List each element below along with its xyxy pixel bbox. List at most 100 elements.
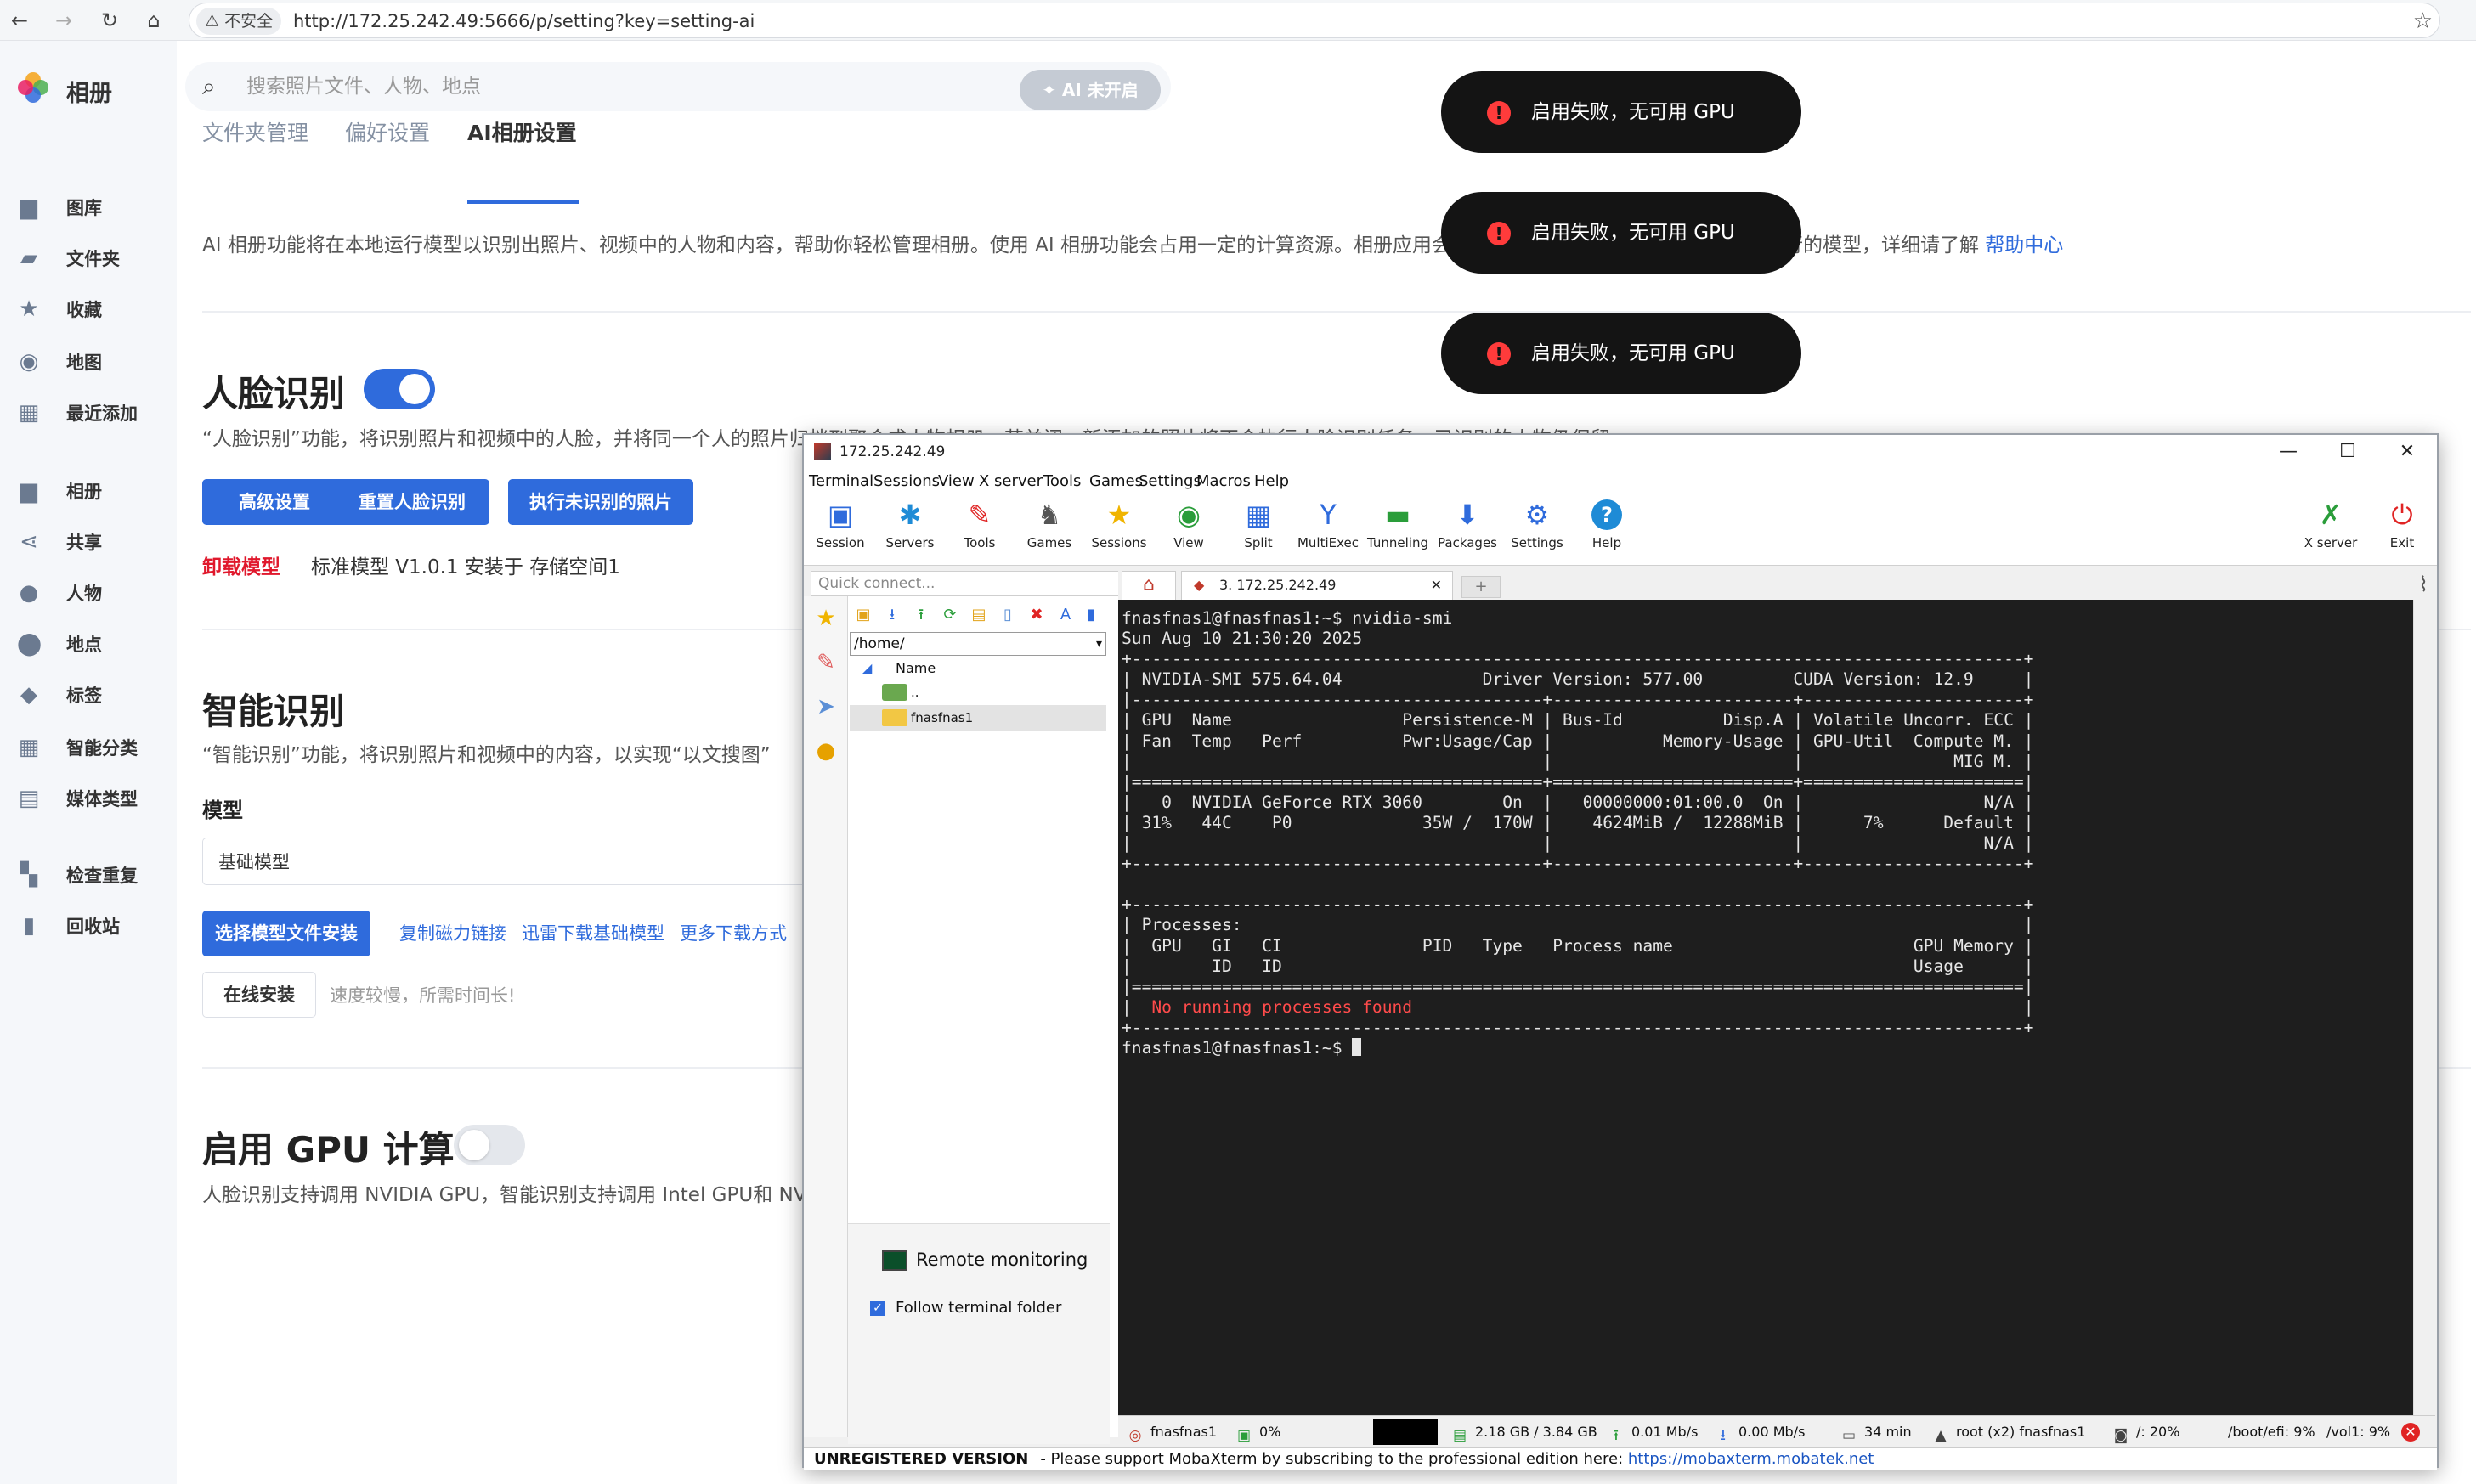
thunder-download-link[interactable]: 迅雷下载基础模型 (522, 921, 664, 946)
toolbar-packages[interactable]: ⬇ Packages (1433, 499, 1502, 550)
follow-terminal-folder-checkbox[interactable]: ✓ Follow terminal folder (870, 1299, 1061, 1317)
uninstall-model-link[interactable]: 卸载模型 (202, 550, 280, 579)
terminal-output[interactable]: fnasfnas1@fnasfnas1:~$ nvidia-smi Sun Au… (1118, 600, 2413, 1415)
new-tab-button[interactable]: + (1461, 576, 1501, 598)
url-text[interactable]: http://172.25.242.49:5666/p/setting?key=… (293, 3, 755, 39)
terminal-line: | GPU GI CI PID Type Process name GPU Me… (1122, 935, 2034, 956)
download-icon[interactable]: ⭳ (882, 605, 902, 625)
gpu-compute-toggle[interactable] (454, 1125, 525, 1165)
advanced-settings-button[interactable]: 高级设置 (202, 479, 347, 525)
toolbar-view[interactable]: ◉ View (1154, 499, 1224, 550)
menu-tools[interactable]: Tools (1043, 472, 1081, 490)
sidebar-item-media[interactable]: ▤ 媒体类型 (17, 781, 170, 819)
close-icon[interactable]: ✕ (2377, 435, 2437, 469)
menu-terminal[interactable]: Terminal (809, 472, 873, 490)
sidebar-item-map[interactable]: ◉ 地图 (17, 345, 170, 382)
sidebar-item-trash[interactable]: ▮ 回收站 (17, 909, 170, 946)
terminal-tab[interactable]: ◆ 3. 172.25.242.49 ✕ (1181, 571, 1453, 600)
mobatek-link[interactable]: https://mobaxterm.mobatek.net (1628, 1450, 1874, 1468)
new-file-icon[interactable]: ▤ (969, 605, 989, 625)
sidebar-item-pin[interactable]: ⬤ 地点 (17, 627, 170, 664)
toolbar-session[interactable]: ▣ Session (806, 499, 875, 550)
sidebar-item-album[interactable]: ▆ 相册 (17, 474, 170, 511)
sidebar-item-calendar[interactable]: ▦ 最近添加 (17, 396, 170, 433)
toolbar-exit[interactable]: ⏻ Exit (2367, 499, 2437, 550)
refresh-icon[interactable]: ⟳ (940, 605, 960, 625)
sessions-star-icon[interactable]: ★ (812, 605, 839, 632)
sidebar-item-folder[interactable]: ▰ 文件夹 (17, 241, 170, 279)
toolbar-sessions[interactable]: ★ Sessions (1084, 499, 1154, 550)
menu-help[interactable]: Help (1254, 472, 1289, 490)
menu-x-server[interactable]: X server (979, 472, 1043, 490)
upload-icon[interactable]: ⭱ (911, 605, 931, 625)
new-folder-icon[interactable]: ▣ (853, 605, 873, 625)
status-memory-value: 2.18 GB / 3.84 GB (1475, 1424, 1597, 1440)
remote-monitoring-button[interactable]: Remote monitoring (882, 1250, 1088, 1271)
ai-status-badge[interactable]: ✦ AI 未开启 (1020, 70, 1161, 110)
close-tab-icon[interactable]: ✕ (1431, 572, 1442, 599)
minimize-icon[interactable]: — (2258, 435, 2318, 469)
toolbar-multiexec[interactable]: Y MultiExec (1293, 499, 1363, 550)
toolbar-tools[interactable]: ✎ Tools (945, 499, 1015, 550)
toolbar-games[interactable]: ♞ Games (1015, 499, 1084, 550)
search-input[interactable]: 搜索照片文件、人物、地点 (246, 62, 481, 111)
install-model-file-button[interactable]: 选择模型文件安装 (202, 911, 370, 956)
toolbar-xserver[interactable]: ✗ X server (2296, 499, 2366, 550)
back-icon[interactable]: ← (5, 6, 34, 35)
online-install-button[interactable]: 在线安装 (202, 972, 316, 1018)
menu-games[interactable]: Games (1089, 472, 1143, 490)
file-row-parent[interactable]: .. (850, 680, 1106, 705)
sidebar-item-duplicate[interactable]: ▚ 检查重复 (17, 858, 170, 895)
maximize-icon[interactable]: ☐ (2318, 435, 2377, 469)
reset-face-recognition-button[interactable]: 重置人脸识别 (335, 479, 489, 525)
sidebar-item-image[interactable]: ▆ 图库 (17, 190, 170, 228)
sftp-path-field[interactable]: /home/ ▾ (850, 632, 1106, 656)
menu-view[interactable]: View (938, 472, 975, 490)
toolbar-help[interactable]: ? Help (1572, 499, 1642, 550)
file-list-header[interactable]: ◢ Name (850, 657, 1106, 680)
tab-ai-settings[interactable]: AI相册设置 (467, 119, 577, 148)
tab-preferences[interactable]: 偏好设置 (345, 119, 430, 148)
copy-magnet-link[interactable]: 复制磁力链接 (399, 921, 506, 946)
quick-connect-input[interactable]: Quick connect... (811, 571, 1120, 596)
toolbar-split[interactable]: ▦ Split (1224, 499, 1293, 550)
delete-icon[interactable]: ✖ (1026, 605, 1047, 625)
tools-icon[interactable]: ✎ (812, 649, 839, 676)
tab-folder-management[interactable]: 文件夹管理 (202, 119, 308, 148)
toolbar-tunneling[interactable]: ▬ Tunneling (1363, 499, 1433, 550)
face-recognition-toggle[interactable] (364, 369, 435, 409)
menu-macros[interactable]: Macros (1196, 472, 1251, 490)
toolbar-servers[interactable]: ✱ Servers (875, 499, 945, 550)
sftp-icon[interactable]: ➤ (812, 693, 839, 720)
permissions-icon[interactable]: ▮ (1081, 605, 1101, 625)
model-select[interactable]: 基础模型 (202, 838, 831, 885)
help-center-link[interactable]: 帮助中心 (1985, 234, 2063, 257)
forward-icon[interactable]: → (49, 6, 78, 35)
menu-sessions[interactable]: Sessions (873, 472, 940, 490)
mobaxterm-titlebar[interactable]: 172.25.242.49 — ☐ ✕ (804, 435, 2437, 469)
not-secure-badge[interactable]: ⚠ 不安全 (196, 8, 282, 35)
status-close-icon[interactable]: ✕ (2401, 1423, 2420, 1442)
attachment-icon[interactable]: ⌇ (2418, 573, 2428, 596)
edit-file-icon[interactable]: ▯ (998, 605, 1018, 625)
status-disk-vol1: /vol1: 9% (2326, 1416, 2390, 1448)
chevron-down-icon[interactable]: ▾ (1096, 633, 1102, 655)
address-bar[interactable]: ⚠ 不安全 http://172.25.242.49:5666/p/settin… (189, 3, 2440, 38)
rename-icon[interactable]: A (1055, 605, 1076, 625)
sidebar-item-grid[interactable]: ▦ 智能分类 (17, 731, 170, 768)
sidebar-item-person[interactable]: ● 人物 (17, 576, 170, 613)
menu-settings[interactable]: Settings (1139, 472, 1201, 490)
run-unrecognized-button[interactable]: 执行未识别的照片 (508, 479, 693, 525)
reload-icon[interactable]: ↻ (95, 6, 124, 35)
home-icon[interactable]: ⌂ (139, 6, 168, 35)
sidebar-item-tag[interactable]: ◆ 标签 (17, 678, 170, 715)
file-row-home[interactable]: fnasfnas1 (850, 705, 1106, 731)
home-tab[interactable]: ⌂ (1122, 571, 1176, 600)
macros-icon[interactable]: ● (812, 737, 839, 765)
sidebar-item-share[interactable]: ⋖ 共享 (17, 525, 170, 562)
more-download-link[interactable]: 更多下载方式 (680, 921, 787, 946)
terminal-scrollbar[interactable] (2413, 600, 2432, 1415)
bookmark-star-icon[interactable]: ☆ (2413, 8, 2433, 34)
sidebar-item-star[interactable]: ★ 收藏 (17, 292, 170, 330)
toolbar-settings[interactable]: ⚙ Settings (1502, 499, 1572, 550)
